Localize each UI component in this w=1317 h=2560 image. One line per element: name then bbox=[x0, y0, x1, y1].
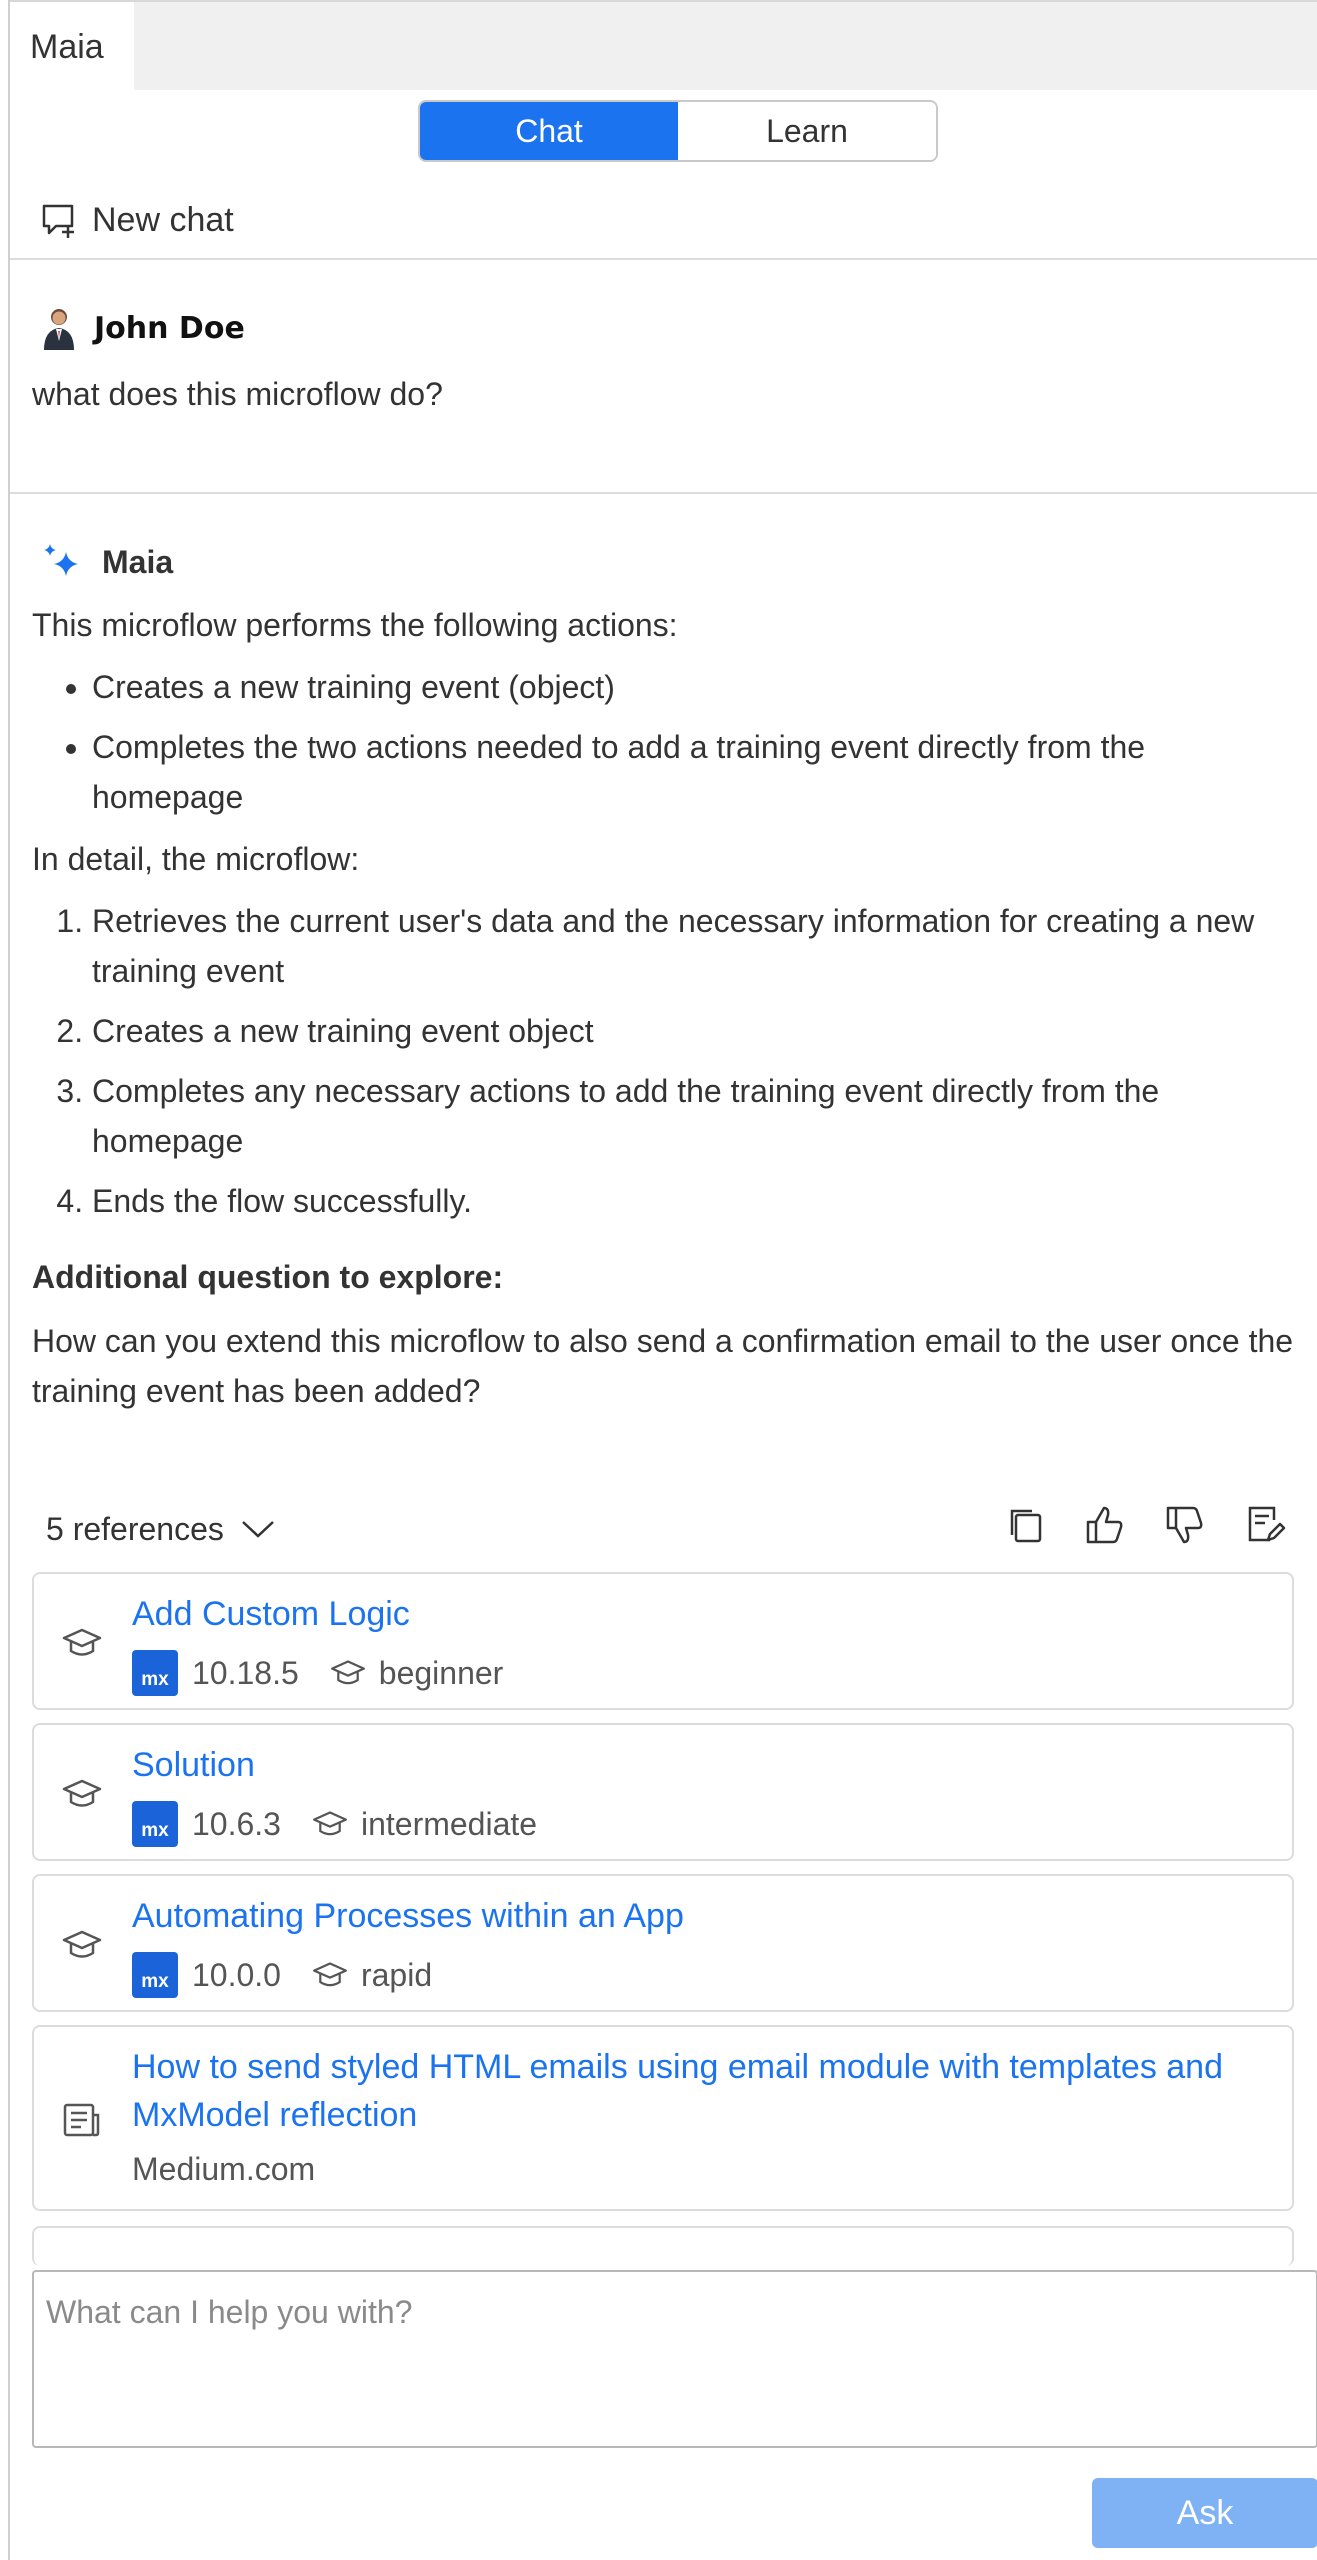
reference-meta: mx 10.6.3 intermediate bbox=[132, 1801, 537, 1847]
thumbs-up-icon[interactable] bbox=[1084, 1504, 1126, 1546]
reference-level: beginner bbox=[329, 1654, 504, 1692]
graduation-cap-icon bbox=[312, 1811, 347, 1836]
message-actions bbox=[1006, 1504, 1286, 1546]
tab-bar: Maia bbox=[10, 0, 1317, 92]
reference-version: 10.6.3 bbox=[192, 1805, 281, 1842]
reference-card[interactable]: How to send styled HTML emails using ema… bbox=[32, 2025, 1294, 2211]
user-avatar bbox=[44, 309, 74, 350]
scrollbar[interactable] bbox=[1305, 1420, 1317, 2080]
reference-card[interactable] bbox=[32, 2226, 1294, 2266]
graduation-cap-icon bbox=[312, 1962, 347, 1987]
references-row: 5 references bbox=[46, 1504, 1296, 1554]
reference-level-label: rapid bbox=[360, 1956, 433, 1993]
prompt-input[interactable] bbox=[34, 2272, 1316, 2446]
mx-badge: mx bbox=[132, 1801, 178, 1847]
reference-version: 10.0.0 bbox=[192, 1956, 281, 1993]
reference-card[interactable]: Add Custom Logic mx 10.18.5 beginner bbox=[32, 1572, 1294, 1710]
assistant-message-body: This microflow performs the following ac… bbox=[32, 600, 1302, 1428]
sparkle-icon bbox=[44, 544, 78, 576]
list-item: Completes any necessary actions to add t… bbox=[92, 1066, 1302, 1166]
mx-badge: mx bbox=[132, 1952, 178, 1998]
list-item: Retrieves the current user's data and th… bbox=[92, 896, 1302, 996]
new-chat-label: New chat bbox=[92, 200, 234, 239]
mode-chat-button[interactable]: Chat bbox=[420, 102, 678, 160]
reference-card[interactable]: Automating Processes within an App mx 10… bbox=[32, 1874, 1294, 2012]
mx-badge: mx bbox=[132, 1650, 178, 1696]
divider bbox=[10, 258, 1317, 260]
reference-title[interactable]: Solution bbox=[132, 1741, 1272, 1789]
reference-title[interactable]: How to send styled HTML emails using ema… bbox=[132, 2043, 1272, 2139]
tab-maia[interactable]: Maia bbox=[10, 2, 134, 92]
additional-question-text: How can you extend this microflow to als… bbox=[32, 1323, 1294, 1409]
user-message-header: John Doe bbox=[40, 306, 245, 350]
list-item: Creates a new training event (object) bbox=[92, 662, 1302, 712]
article-icon bbox=[63, 2103, 100, 2137]
reference-level: intermediate bbox=[311, 1806, 537, 1843]
reference-title[interactable]: Automating Processes within an App bbox=[132, 1892, 1272, 1940]
mode-learn-button[interactable]: Learn bbox=[678, 102, 936, 160]
maia-panel: Maia Chat Learn New chat John Doe what d… bbox=[8, 0, 1317, 2560]
feedback-edit-icon[interactable] bbox=[1244, 1504, 1286, 1546]
reference-meta: mx 10.18.5 beginner bbox=[132, 1650, 503, 1696]
response-intro: This microflow performs the following ac… bbox=[32, 607, 678, 643]
new-chat-icon bbox=[42, 204, 74, 238]
reference-version: 10.18.5 bbox=[192, 1654, 299, 1691]
reference-level-label: intermediate bbox=[360, 1805, 538, 1842]
graduation-cap-icon bbox=[62, 1779, 102, 1807]
list-item: Ends the flow successfully. bbox=[92, 1176, 1302, 1226]
copy-icon[interactable] bbox=[1006, 1505, 1046, 1545]
references-toggle[interactable]: 5 references bbox=[46, 1511, 224, 1548]
reference-source: Medium.com bbox=[132, 2151, 316, 2187]
response-bullets: Creates a new training event (object) Co… bbox=[32, 662, 1302, 822]
divider bbox=[10, 492, 1317, 494]
reference-level-label: beginner bbox=[378, 1654, 504, 1691]
ask-button[interactable]: Ask bbox=[1092, 2478, 1317, 2548]
response-steps: Retrieves the current user's data and th… bbox=[32, 896, 1302, 1226]
user-message-text: what does this microflow do? bbox=[32, 376, 443, 412]
reference-title[interactable]: Add Custom Logic bbox=[132, 1590, 1272, 1638]
additional-question-heading: Additional question to explore: bbox=[32, 1259, 504, 1295]
new-chat-button[interactable]: New chat bbox=[40, 196, 234, 244]
assistant-name: Maia bbox=[102, 543, 174, 580]
assistant-message-header: Maia bbox=[40, 540, 173, 584]
prompt-input-container bbox=[32, 2270, 1317, 2448]
chevron-down-icon[interactable] bbox=[240, 1517, 276, 1541]
response-detail-intro: In detail, the microflow: bbox=[32, 841, 360, 877]
reference-meta: mx 10.0.0 rapid bbox=[132, 1952, 432, 1998]
thumbs-down-icon[interactable] bbox=[1164, 1504, 1206, 1546]
graduation-cap-icon bbox=[330, 1660, 365, 1685]
mode-switch: Chat Learn bbox=[418, 100, 938, 162]
reference-meta: Medium.com bbox=[132, 2151, 315, 2188]
graduation-cap-icon bbox=[62, 1628, 102, 1656]
reference-card[interactable]: Solution mx 10.6.3 intermediate bbox=[32, 1723, 1294, 1861]
user-name: John Doe bbox=[94, 310, 245, 346]
reference-level: rapid bbox=[311, 1957, 432, 1994]
list-item: Completes the two actions needed to add … bbox=[92, 722, 1302, 822]
graduation-cap-icon bbox=[62, 1930, 102, 1958]
list-item: Creates a new training event object bbox=[92, 1006, 1302, 1056]
